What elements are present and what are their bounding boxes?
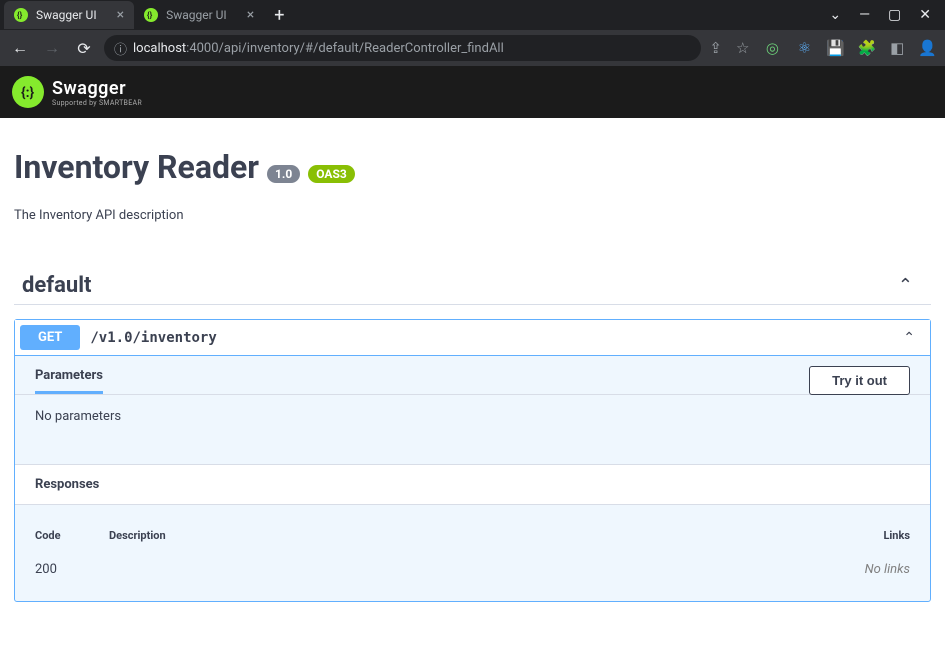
tag-name: default [14, 273, 92, 298]
try-it-out-button[interactable]: Try it out [809, 366, 910, 395]
new-tab-button[interactable]: + [264, 5, 294, 26]
operation-summary[interactable]: GET /v1.0/inventory ⌃ [15, 320, 930, 356]
extension-icon[interactable]: ◎ [763, 39, 781, 57]
api-title: Inventory Reader [14, 148, 259, 186]
operation-path: /v1.0/inventory [90, 330, 216, 346]
forward-button[interactable]: → [40, 38, 64, 58]
swagger-header: {:} Swagger Supported by SMARTBEAR [0, 66, 945, 118]
svg-text:{}: {} [147, 11, 153, 20]
close-tab-icon[interactable]: × [247, 7, 254, 23]
side-panel-icon[interactable]: ◧ [890, 39, 904, 57]
swagger-favicon-icon: {} [144, 8, 158, 22]
col-code-header: Code [35, 529, 109, 542]
back-button[interactable]: ← [8, 38, 32, 58]
close-tab-icon[interactable]: × [117, 7, 124, 23]
swagger-logo-icon: {:} [12, 76, 44, 108]
responses-label: Responses [15, 464, 930, 505]
chevron-up-icon: ⌃ [898, 275, 931, 296]
chevron-down-icon[interactable]: ⌄ [829, 7, 841, 23]
svg-text:{}: {} [17, 11, 23, 20]
minimize-icon[interactable]: — [859, 7, 870, 23]
bookmark-icon[interactable]: ☆ [736, 39, 749, 57]
reload-button[interactable]: ⟳ [72, 39, 96, 58]
site-info-icon[interactable]: ⓘ [114, 39, 127, 58]
responses-table: Code Description Links 200 No links [15, 505, 930, 601]
url-host: localhost [133, 41, 186, 56]
method-badge: GET [20, 325, 80, 350]
profile-icon[interactable]: 👤 [918, 39, 937, 57]
share-icon[interactable]: ⇪ [709, 39, 722, 57]
window-controls: ⌄ — ▢ ✕ [829, 7, 941, 23]
response-links: No links [830, 562, 910, 577]
browser-tab-inactive[interactable]: {} Swagger UI × [134, 1, 264, 29]
close-window-icon[interactable]: ✕ [919, 7, 931, 23]
response-code: 200 [35, 562, 109, 577]
svg-text:{:}: {:} [21, 85, 35, 101]
swagger-logo[interactable]: {:} Swagger Supported by SMARTBEAR [12, 76, 142, 108]
operation-block: GET /v1.0/inventory ⌃ Parameters Try it … [14, 319, 931, 602]
col-desc-header: Description [109, 529, 830, 542]
tab-title: Swagger UI [36, 8, 97, 22]
parameters-label: Parameters [35, 368, 103, 394]
url-path: :4000/api/inventory/#/default/ReaderCont… [186, 41, 504, 56]
maximize-icon[interactable]: ▢ [888, 7, 901, 23]
extension-save-icon[interactable]: 💾 [827, 40, 843, 56]
version-badge: 1.0 [267, 165, 300, 183]
extensions-icon[interactable]: 🧩 [857, 39, 876, 57]
tag-header[interactable]: default ⌃ [14, 273, 931, 305]
response-desc [109, 562, 830, 577]
api-description: The Inventory API description [14, 208, 931, 223]
brand-text: Swagger [52, 78, 142, 99]
response-row: 200 No links [35, 552, 910, 587]
address-bar: ← → ⟳ ⓘ localhost:4000/api/inventory/#/d… [0, 30, 945, 66]
swagger-favicon-icon: {} [14, 8, 28, 22]
chevron-up-icon: ⌃ [903, 330, 925, 346]
parameters-body: No parameters [15, 394, 930, 464]
extension-icon[interactable]: ⚛ [795, 39, 813, 57]
oas-badge: OAS3 [308, 165, 355, 183]
browser-tab-bar: {} Swagger UI × {} Swagger UI × + ⌄ — ▢ … [0, 0, 945, 30]
tab-title: Swagger UI [166, 8, 227, 22]
browser-tab-active[interactable]: {} Swagger UI × [4, 1, 134, 29]
url-input[interactable]: ⓘ localhost:4000/api/inventory/#/default… [104, 35, 701, 61]
col-links-header: Links [830, 529, 910, 542]
brand-subtext: Supported by SMARTBEAR [52, 99, 142, 107]
